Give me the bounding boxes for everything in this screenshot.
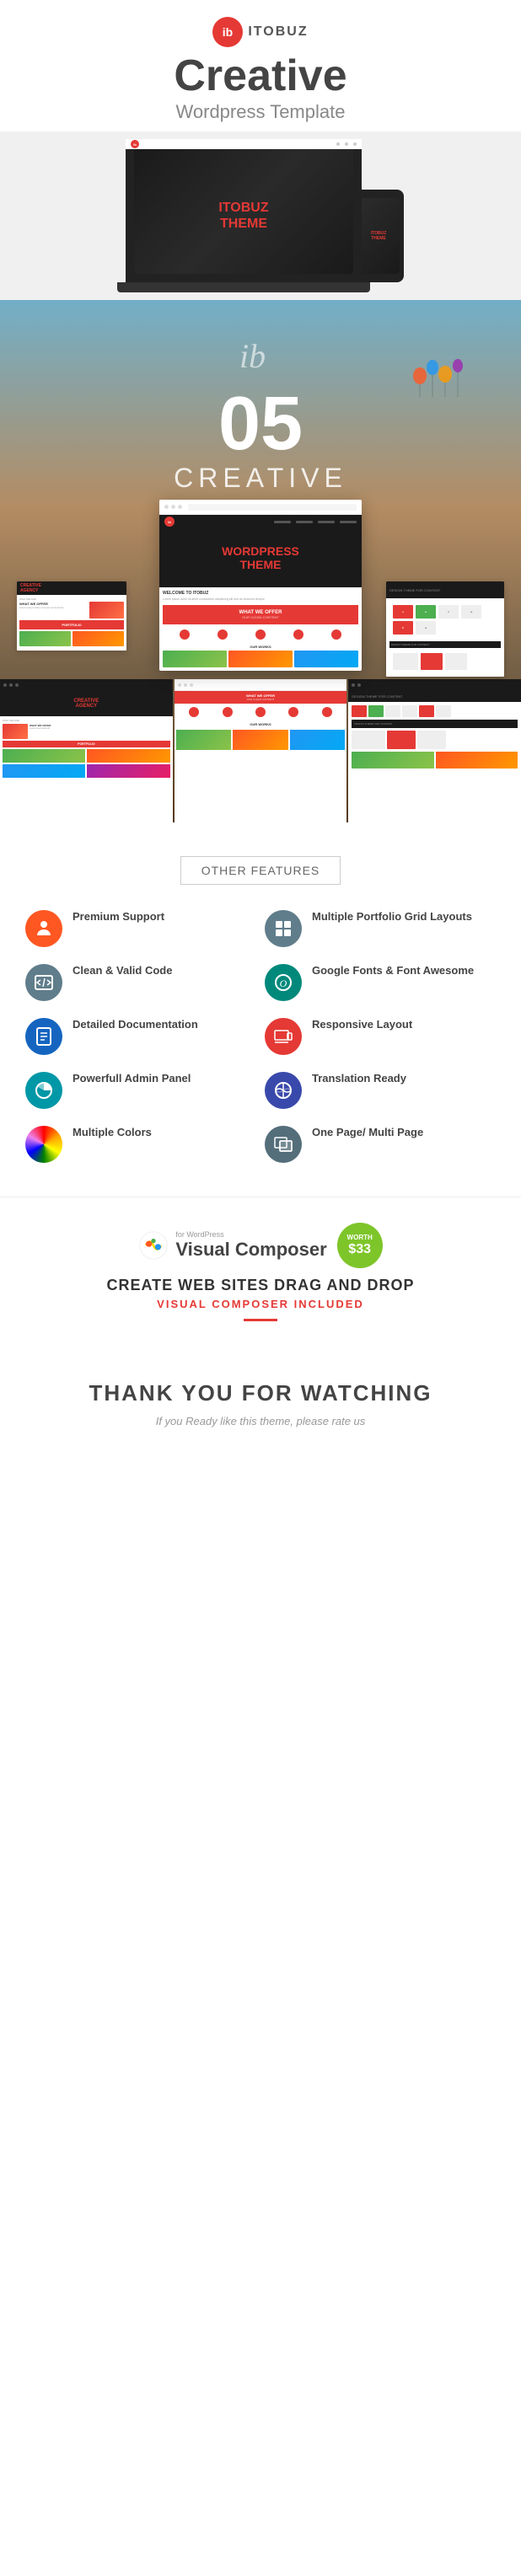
- side-preview-right: DESIGN THEME FOR CONTENT ● ▲ ⊞ ◉ ★ ◆ DES…: [386, 581, 504, 679]
- features-grid: Premium Support Multiple Portfolio Grid …: [25, 910, 496, 1163]
- palette-icon: [25, 1126, 62, 1163]
- big-preview-hero-text: WORDPRESSTHEME: [222, 544, 299, 571]
- svg-text:ib: ib: [239, 337, 266, 375]
- grid-icon: [265, 910, 302, 947]
- feature-text-translation: Translation Ready: [312, 1072, 406, 1084]
- balloons-decoration: [403, 351, 470, 405]
- phone-screen: ITOBUZTHEME: [357, 198, 400, 274]
- big-center-preview: ib WORDPRESSTHEME WELCOME TO ITOBUZ Lore…: [159, 500, 362, 671]
- welcome-text: Lorem ipsum dolor sit amet consectetur a…: [163, 597, 358, 602]
- vc-worth-price: $33: [348, 1241, 371, 1257]
- feature-text-portfolio-grid: Multiple Portfolio Grid Layouts: [312, 910, 472, 923]
- feature-item-portfolio-grid: Multiple Portfolio Grid Layouts: [265, 910, 496, 947]
- feature-text-documentation: Detailed Documentation: [73, 1018, 198, 1031]
- creative-agency-text: CREATIVEAGENCY: [20, 583, 41, 593]
- feature-text-colors: Multiple Colors: [73, 1126, 152, 1138]
- bottom-preview-row: CREATIVEAGENCY WHO WE ARE WHAT WE OFFER …: [0, 679, 521, 822]
- svg-text:ib: ib: [223, 25, 233, 39]
- device-mockup: ib ITOBUZTHEME: [117, 139, 404, 292]
- offer-icons: [163, 626, 358, 643]
- translate-icon: [265, 1072, 302, 1109]
- creative-number: 05: [218, 386, 303, 462]
- bottom-preview-center: WHAT WE OFFER OUR CLEAN CONTENT OUR WORK…: [175, 679, 347, 822]
- page-icon: [265, 1126, 302, 1163]
- logo-item: ▲: [416, 605, 436, 619]
- welcome-section: WELCOME TO ITOBUZ Lorem ipsum dolor sit …: [163, 591, 358, 602]
- vc-for-wp-label: for WordPress: [175, 1230, 326, 1239]
- responsive-icon: [265, 1018, 302, 1055]
- chart-icon: [25, 1072, 62, 1109]
- doc-icon: [25, 1018, 62, 1055]
- offer-icon-5: [331, 629, 341, 640]
- offer-icon-1: [180, 629, 190, 640]
- features-section: OTHER FEATURES Premium Support: [0, 822, 521, 1197]
- vc-section: for WordPress Visual Composer WORTH $33 …: [0, 1197, 521, 1355]
- logo-item: ◆: [416, 621, 436, 635]
- big-preview-hero: WORDPRESSTHEME: [159, 528, 362, 587]
- code-icon: [25, 964, 62, 1001]
- thankyou-title: THANK YOU FOR WATCHING: [17, 1380, 504, 1406]
- itobuz-logo-icon: ib: [212, 17, 243, 47]
- vc-product-name: Visual Composer: [175, 1239, 326, 1260]
- offer-icon-4: [293, 629, 303, 640]
- thankyou-section: THANK YOU FOR WATCHING If you Ready like…: [0, 1355, 521, 1461]
- offer-icon-3: [255, 629, 266, 640]
- feature-item-google-fonts: O Google Fonts & Font Awesome: [265, 964, 496, 1001]
- laptop-device: ib ITOBUZTHEME: [126, 139, 362, 282]
- feature-item-responsive: Responsive Layout: [265, 1018, 496, 1055]
- bottom-preview-right: DESIGN THEME FOR CONTENT DESIGN THEME FO…: [348, 679, 521, 822]
- logo-item: ⊞: [438, 605, 459, 619]
- brand-name: ITOBUZ: [248, 24, 308, 40]
- feature-item-documentation: Detailed Documentation: [25, 1018, 256, 1055]
- logo-item: ◉: [461, 605, 481, 619]
- person-icon: [25, 910, 62, 947]
- feature-item-clean-code: Clean & Valid Code: [25, 964, 256, 1001]
- hero-devices-section: ib ITOBUZTHEME: [0, 131, 521, 300]
- features-title-wrapper: OTHER FEATURES: [25, 856, 496, 885]
- feature-text-admin: Powerfull Admin Panel: [73, 1072, 191, 1084]
- big-preview-body: WELCOME TO ITOBUZ Lorem ipsum dolor sit …: [159, 587, 362, 671]
- vc-divider: [244, 1319, 277, 1321]
- header: ib ITOBUZ Creative Wordpress Template: [0, 0, 521, 131]
- feature-item-multipage: One Page/ Multi Page: [265, 1126, 496, 1163]
- sub-title: Wordpress Template: [0, 101, 521, 123]
- side-preview-card-1: CREATIVEAGENCY WHO WE ARE WHAT WE OFFER …: [17, 581, 126, 651]
- feature-item-premium-support: Premium Support: [25, 910, 256, 947]
- font-icon: O: [265, 964, 302, 1001]
- feature-text-responsive: Responsive Layout: [312, 1018, 412, 1031]
- svg-text:O: O: [280, 977, 287, 989]
- vc-worth-badge: WORTH $33: [337, 1223, 383, 1268]
- feature-item-translation: Translation Ready: [265, 1072, 496, 1109]
- side-preview-left: CREATIVEAGENCY WHO WE ARE WHAT WE OFFER …: [17, 581, 126, 679]
- vc-headline: CREATE WEB SITES DRAG AND DROP: [17, 1277, 504, 1294]
- feature-text-clean-code: Clean & Valid Code: [73, 964, 172, 977]
- creative-logo: ib: [235, 334, 286, 386]
- vc-icon: [138, 1230, 169, 1261]
- logo-item: ★: [393, 621, 413, 635]
- offer-icon-2: [218, 629, 228, 640]
- main-title: Creative: [0, 54, 521, 98]
- logo-item: ●: [393, 605, 413, 619]
- laptop-screen: ib ITOBUZTHEME: [134, 147, 353, 274]
- features-title: OTHER FEATURES: [180, 856, 341, 885]
- side-preview-card-2: DESIGN THEME FOR CONTENT ● ▲ ⊞ ◉ ★ ◆ DES…: [386, 581, 504, 677]
- offer-section: WHAT WE OFFER OUR CLEAN CONTENT: [163, 605, 358, 624]
- feature-item-admin: Powerfull Admin Panel: [25, 1072, 256, 1109]
- thankyou-subtitle: If you Ready like this theme, please rat…: [17, 1415, 504, 1427]
- vc-subheadline: VISUAL COMPOSER INCLUDED: [17, 1298, 504, 1310]
- big-preview-header: [159, 500, 362, 515]
- feature-text-multipage: One Page/ Multi Page: [312, 1126, 423, 1138]
- vc-worth-label: WORTH: [347, 1234, 373, 1242]
- bottom-preview-left: CREATIVEAGENCY WHO WE ARE WHAT WE OFFER …: [0, 679, 173, 822]
- logo-area: ib ITOBUZ: [0, 17, 521, 47]
- creative-section: ib 05 CREATIVE LAYOUT CREATIVEAGENCY WHO…: [0, 300, 521, 822]
- feature-item-colors: Multiple Colors: [25, 1126, 256, 1163]
- vc-logo: for WordPress Visual Composer: [138, 1230, 326, 1261]
- feature-text-google-fonts: Google Fonts & Font Awesome: [312, 964, 474, 977]
- vc-label-group: for WordPress Visual Composer: [175, 1230, 326, 1261]
- feature-text-premium-support: Premium Support: [73, 910, 164, 923]
- welcome-title: WELCOME TO ITOBUZ: [163, 591, 358, 596]
- vc-badge-row: for WordPress Visual Composer WORTH $33: [17, 1223, 504, 1268]
- laptop-base: [117, 282, 370, 292]
